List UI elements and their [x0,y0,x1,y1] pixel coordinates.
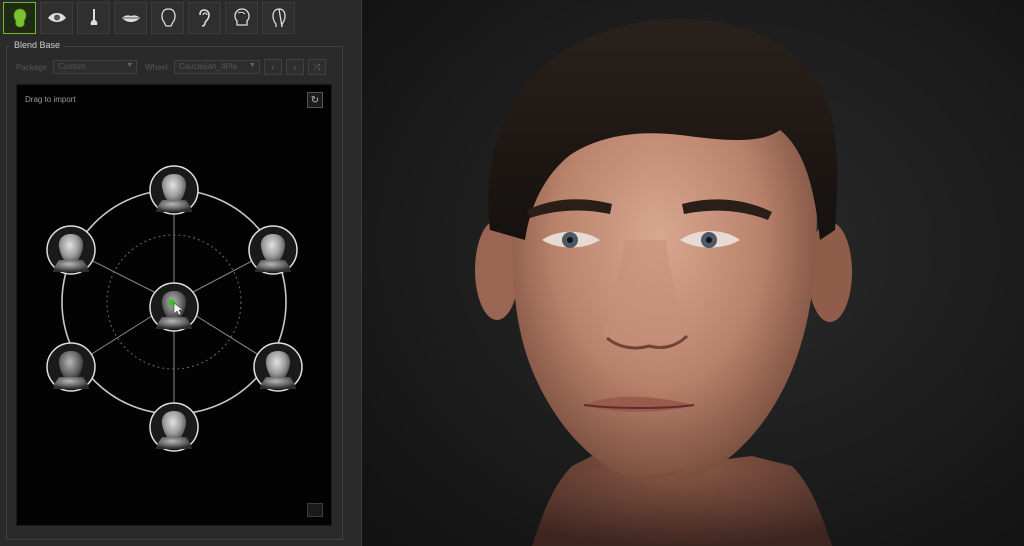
3d-viewport[interactable] [362,0,1024,546]
blend-controls-row: Package Custom ▼ Wheel Caucasian_4Pla ▼ … [16,59,326,75]
tool-jaw-button[interactable] [151,2,184,34]
character-head-render [362,0,1024,546]
tool-face-outline-button[interactable] [262,2,295,34]
center-face[interactable] [149,282,199,332]
tool-mouth-button[interactable] [114,2,147,34]
wheel-value: Caucasian_4Pla [178,62,238,71]
skull-icon [233,8,250,26]
mouth-icon [121,15,140,22]
tool-head-button[interactable] [3,2,36,34]
eye-icon [47,13,66,22]
shuffle-icon: ⤨ [313,61,321,72]
wheel-dropdown[interactable]: Caucasian_4Pla ▼ [173,60,260,74]
ear-icon [198,9,210,27]
package-label: Package [16,62,48,72]
feature-toolbar [3,2,295,36]
chevron-down-icon: ▼ [126,62,134,69]
wheel-label: Wheel [145,62,168,72]
tool-skull-button[interactable] [225,2,258,34]
head-icon [13,8,26,28]
jaw-icon [160,8,176,27]
tool-nose-button[interactable] [77,2,110,34]
tool-eye-button[interactable] [40,2,73,34]
face-upper-left[interactable] [46,225,96,275]
package-value: Custom [58,62,86,71]
face-lower-left[interactable] [46,342,96,392]
face-upper-right[interactable] [248,225,298,275]
face-lower-right[interactable] [253,342,303,392]
face-outline-icon [271,8,286,28]
shuffle-button[interactable]: ⤨ [307,59,326,75]
chevron-right-icon: › [293,62,297,72]
options-button[interactable] [307,503,323,517]
previous-button[interactable]: ‹ [263,59,282,75]
left-panel: Blend Base Package Custom ▼ Wheel Caucas… [0,0,362,546]
face-bottom[interactable] [149,402,199,452]
tool-ear-button[interactable] [188,2,221,34]
chevron-left-icon: ‹ [271,62,275,72]
blend-wheel-area[interactable]: Drag to import ↻ [16,84,332,526]
blend-base-title: Blend Base [10,40,65,50]
blend-wheel [46,165,303,452]
chevron-down-icon: ▼ [248,62,256,69]
face-top[interactable] [149,165,199,215]
next-button[interactable]: › [285,59,304,75]
nose-icon [90,9,97,25]
package-dropdown[interactable]: Custom ▼ [53,60,138,74]
